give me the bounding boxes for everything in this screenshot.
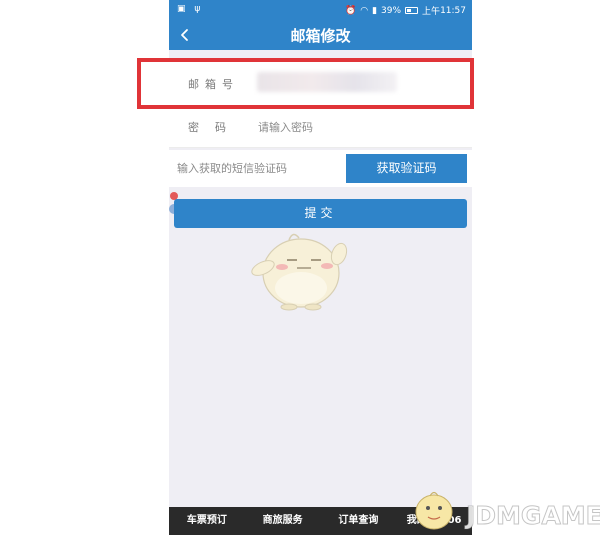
mascot-illustration — [251, 233, 348, 311]
tab-business-travel[interactable]: 商旅服务 — [245, 507, 321, 535]
password-input[interactable] — [258, 117, 438, 137]
email-label: 邮箱号 — [188, 78, 239, 91]
sms-code-row: 获取验证码 — [169, 150, 472, 187]
sms-code-input[interactable] — [177, 158, 342, 178]
clock: 11:57 — [440, 5, 466, 16]
watermark-text: JDMGAME — [466, 501, 600, 531]
battery-percent: 39% — [381, 5, 402, 16]
nav-bar: 邮箱修改 — [169, 20, 472, 50]
notification-icons: ▣ ψ — [177, 4, 204, 14]
time-prefix: 上午 — [422, 7, 441, 17]
password-label: 密码 — [188, 121, 242, 134]
tab-ticket-booking[interactable]: 车票预订 — [169, 507, 245, 535]
alarm-icon: ⏰ — [345, 5, 357, 16]
email-value-redacted[interactable] — [257, 72, 397, 92]
get-code-button[interactable]: 获取验证码 — [346, 154, 467, 183]
email-row: 邮箱号 — [169, 58, 472, 107]
battery-icon — [405, 7, 419, 14]
status-indicators: ⏰ ◠ ▮ 39% 上午 11:57 — [345, 4, 466, 18]
status-bar: ▣ ψ ⏰ ◠ ▮ 39% 上午 11:57 — [169, 0, 472, 20]
password-row: 密码 — [169, 107, 472, 148]
wifi-icon: ◠ — [360, 5, 369, 16]
signal-icon: ▮ — [372, 5, 378, 16]
tab-order-query[interactable]: 订单查询 — [321, 507, 397, 535]
phone-screen: ▣ ψ ⏰ ◠ ▮ 39% 上午 11:57 邮箱修改 邮箱号 密码 获取验证码… — [169, 0, 472, 535]
page-title: 邮箱修改 — [290, 27, 351, 45]
